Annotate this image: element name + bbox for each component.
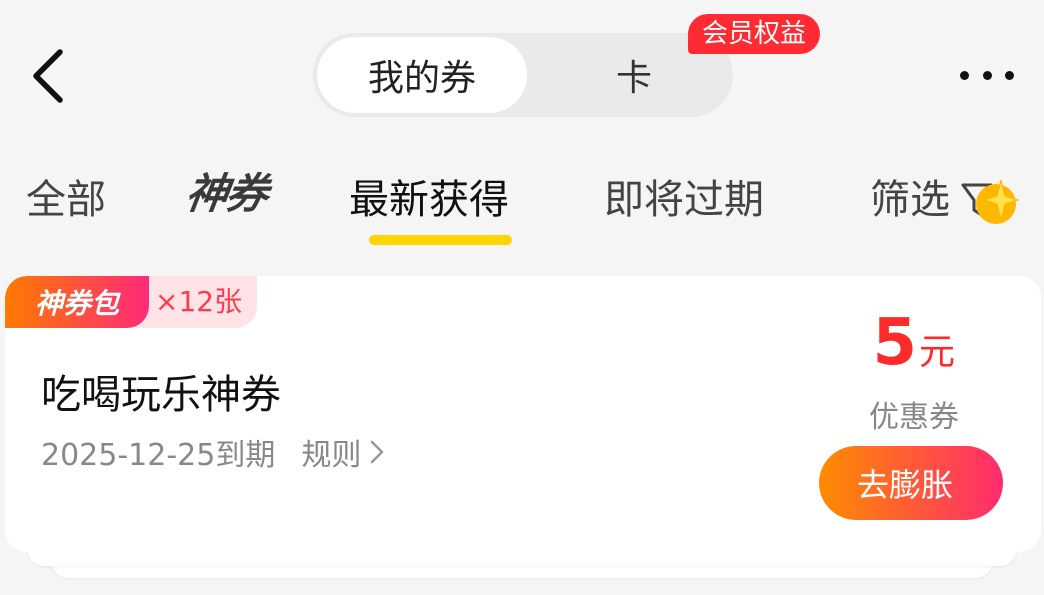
expand-button[interactable]: 去膨胀	[819, 446, 1003, 520]
filter-tab-newest[interactable]: 最新获得	[349, 172, 509, 228]
sparkle-star-icon	[976, 179, 1020, 224]
coupon-meta: 2025-12-25到期 规则	[41, 430, 385, 474]
coupon-amount: 5 元	[872, 306, 955, 380]
tab-my-coupons-label: 我的券	[367, 58, 476, 99]
filter-tab-god-coupon[interactable]: 神券	[182, 166, 270, 222]
coupon-type: 优惠券	[869, 400, 959, 435]
rules-label: 规则	[301, 438, 362, 473]
member-benefits-badge[interactable]: 会员权益	[688, 14, 821, 54]
coupon-page: 我的券 卡 会员权益 全部 神券 最新获得 即将过期 筛选 ×12张 神券包 吃…	[0, 0, 1044, 595]
filter-tab-expiring[interactable]: 即将过期	[604, 172, 764, 228]
active-tab-indicator	[369, 235, 512, 245]
rules-link[interactable]: 规则	[301, 430, 385, 474]
coupon-title: 吃喝玩乐神券	[41, 372, 281, 418]
coupon-expiry: 2025-12-25到期	[41, 438, 276, 473]
tab-cards-label: 卡	[615, 58, 652, 99]
back-button[interactable]	[22, 40, 78, 110]
coupon-card[interactable]: ×12张 神券包 吃喝玩乐神券 2025-12-25到期 规则 5 元 优惠券 …	[5, 276, 1041, 552]
amount-unit: 元	[918, 332, 955, 373]
pack-count: ×12张	[155, 285, 243, 318]
more-dots-icon	[960, 70, 969, 80]
more-button[interactable]	[954, 58, 1020, 92]
segment-control: 我的券 卡	[313, 33, 733, 117]
amount-value: 5	[872, 306, 917, 380]
filter-tab-all[interactable]: 全部	[26, 172, 106, 228]
tab-my-coupons[interactable]: 我的券	[317, 37, 527, 113]
chevron-left-icon	[33, 49, 63, 103]
expand-button-label: 去膨胀	[856, 466, 953, 504]
filter-label: 筛选	[870, 177, 950, 223]
pack-tag: 神券包	[5, 276, 149, 328]
chevron-right-icon	[371, 440, 384, 464]
